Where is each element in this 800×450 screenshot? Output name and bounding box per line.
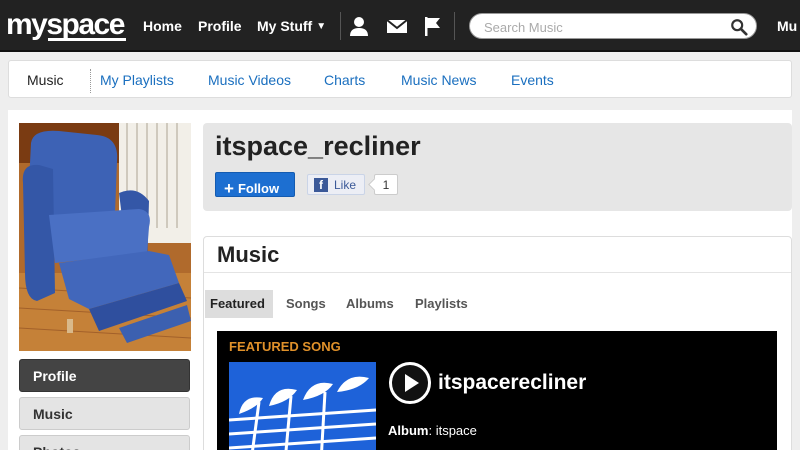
like-count: 1 (374, 174, 398, 195)
facebook-icon: f (314, 178, 328, 192)
sidebar-item-profile[interactable]: Profile (19, 359, 190, 392)
sidebar-item-photos[interactable]: Photos (19, 435, 190, 450)
plus-icon: + (224, 179, 234, 198)
follow-button[interactable]: + Follow (215, 172, 295, 198)
nav-music[interactable]: Mu (777, 18, 797, 34)
album-art[interactable] (229, 362, 376, 450)
music-subnav: Music My Playlists Music Videos Charts M… (8, 60, 792, 98)
search-icon[interactable] (730, 18, 748, 36)
follow-label: Follow (237, 181, 280, 196)
featured-song-label: FEATURED SONG (229, 339, 341, 354)
flag-icon[interactable] (421, 14, 445, 38)
subnav-item-events[interactable]: Events (511, 72, 554, 88)
logo-text: myspace (6, 8, 125, 41)
nav-my-stuff-label: My Stuff (257, 18, 313, 34)
divider (340, 12, 341, 40)
subnav-item-charts[interactable]: Charts (324, 72, 365, 88)
tab-playlists[interactable]: Playlists (415, 296, 468, 311)
featured-song-album: Album: itspace (388, 423, 477, 438)
album-value: itspace (435, 423, 477, 438)
music-title: Music (217, 242, 280, 267)
facebook-like-button[interactable]: f Like (307, 174, 365, 195)
sidebar-item-music[interactable]: Music (19, 397, 190, 430)
play-icon[interactable] (388, 361, 432, 405)
mail-icon[interactable] (385, 14, 409, 38)
top-bar: myspace Home Profile My Stuff ▼ Mu (0, 0, 800, 52)
search-input[interactable] (484, 18, 724, 36)
nav-my-stuff[interactable]: My Stuff ▼ (257, 0, 326, 52)
person-icon[interactable] (347, 14, 371, 38)
profile-name: itspace_recliner (215, 131, 421, 161)
nav-profile[interactable]: Profile (198, 18, 242, 34)
subnav-item-music-news[interactable]: Music News (401, 72, 476, 88)
nav-home[interactable]: Home (143, 18, 182, 34)
profile-photo[interactable] (19, 123, 191, 351)
subnav-item-my-playlists[interactable]: My Playlists (100, 72, 174, 88)
subnav-item-music-videos[interactable]: Music Videos (208, 72, 291, 88)
tab-songs[interactable]: Songs (286, 296, 326, 311)
myspace-logo[interactable]: myspace (6, 8, 126, 42)
chevron-down-icon: ▼ (316, 20, 327, 32)
tab-albums[interactable]: Albums (346, 296, 394, 311)
album-key: Album (388, 423, 429, 438)
divider (204, 272, 791, 273)
search-box[interactable] (469, 13, 757, 39)
like-label: Like (334, 178, 357, 192)
featured-song-title[interactable]: itspacerecliner (438, 371, 586, 395)
divider (90, 69, 91, 93)
divider (454, 12, 455, 40)
tab-featured[interactable]: Featured (205, 290, 273, 318)
subnav-item-music[interactable]: Music (27, 72, 64, 88)
